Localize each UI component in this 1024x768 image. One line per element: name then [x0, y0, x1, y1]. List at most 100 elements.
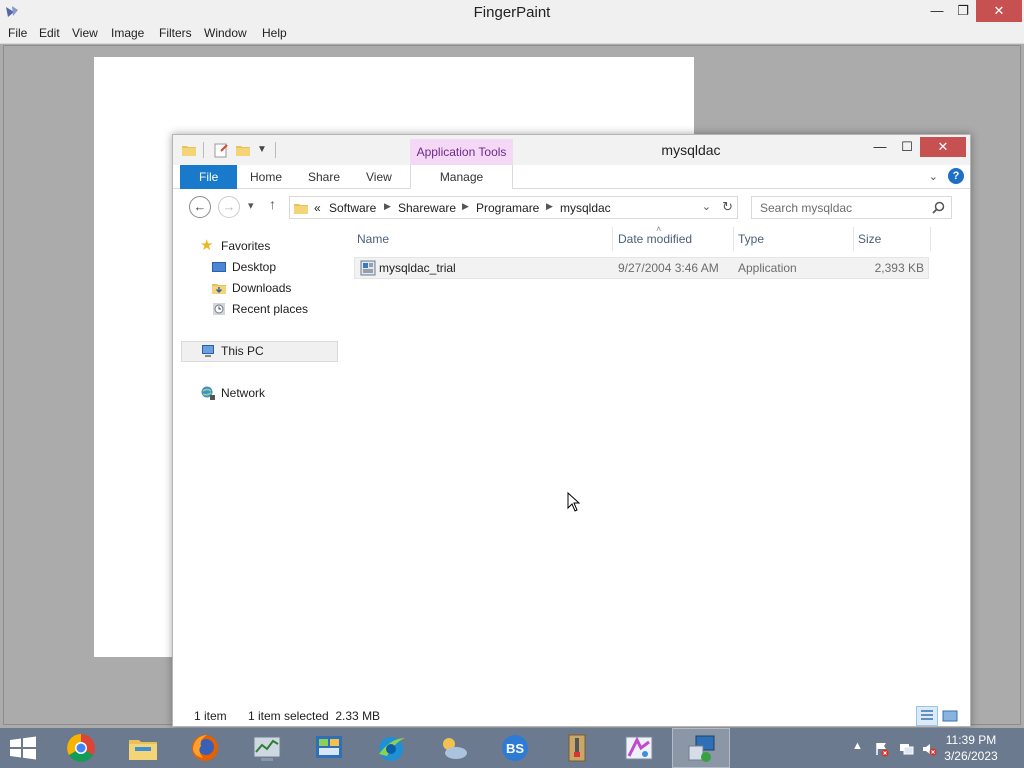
nav-downloads-label: Downloads	[232, 281, 292, 295]
windows-start-icon[interactable]	[8, 736, 38, 760]
nav-favorites-label: Favorites	[221, 239, 271, 253]
breadcrumb-mysqldac[interactable]: mysqldac	[560, 201, 611, 215]
taskbar-firefox[interactable]	[176, 728, 234, 768]
column-name[interactable]: Name	[353, 227, 613, 251]
column-type[interactable]: Type	[734, 227, 854, 251]
tab-manage[interactable]: Manage	[410, 165, 513, 189]
address-bar[interactable]: « Software ▶ Shareware ▶ Programare ▶ my…	[289, 196, 738, 219]
menu-view[interactable]: View	[72, 26, 98, 40]
fingerpaint-titlebar: FingerPaint — ❐ ✕	[0, 0, 1024, 24]
taskbar-file-explorer[interactable]	[114, 728, 172, 768]
menu-help[interactable]: Help	[262, 26, 287, 40]
file-row[interactable]: mysqldac_trial 9/27/2004 3:46 AM Applica…	[354, 257, 929, 279]
taskbar-internet-explorer[interactable]	[362, 728, 420, 768]
file-explorer-window: ▼ Application Tools mysqldac — ☐ ✕ File …	[172, 134, 971, 727]
back-button[interactable]: ←	[189, 196, 211, 218]
details-view-button[interactable]	[916, 706, 938, 726]
new-folder-icon[interactable]	[235, 142, 251, 158]
qat-separator	[203, 142, 204, 158]
nav-this-pc-label: This PC	[221, 344, 264, 358]
large-icons-view-button[interactable]	[939, 706, 961, 726]
task-manager-icon	[253, 736, 281, 761]
restore-button[interactable]: ❐	[948, 0, 978, 22]
taskbar-paint[interactable]	[610, 728, 668, 768]
network-status-icon[interactable]	[898, 741, 914, 757]
file-size: 2,393 KB	[874, 261, 924, 275]
menu-image[interactable]: Image	[111, 26, 144, 40]
menu-edit[interactable]: Edit	[39, 26, 60, 40]
nav-downloads[interactable]: Downloads	[211, 278, 331, 298]
taskbar-bluestacks[interactable]: BS	[486, 728, 544, 768]
nav-desktop[interactable]: Desktop	[211, 257, 331, 277]
control-panel-icon	[316, 736, 342, 758]
tab-share[interactable]: Share	[298, 165, 350, 189]
weather-icon	[443, 738, 467, 759]
system-clock[interactable]: 11:39 PM 3/26/2023	[936, 732, 1006, 764]
explorer-close-button[interactable]: ✕	[920, 137, 966, 157]
chevron-right-icon[interactable]: ▶	[546, 201, 553, 212]
status-bar: 1 item 1 item selected 2.33 MB	[173, 705, 970, 727]
item-count: 1 item	[194, 709, 227, 723]
navigation-pane: ★ Favorites Desktop Downloads Recent pla…	[173, 225, 353, 695]
window-title: FingerPaint	[473, 4, 551, 21]
forward-button[interactable]: →	[218, 196, 240, 218]
menu-filters[interactable]: Filters	[159, 26, 192, 40]
application-file-icon	[360, 260, 376, 276]
navigation-bar: ← → ▾ ↑ « Software ▶ Shareware ▶ Program…	[173, 191, 970, 223]
tab-home[interactable]: Home	[240, 165, 292, 189]
help-icon[interactable]: ?	[948, 168, 964, 184]
explorer-title: mysqldac	[661, 142, 721, 158]
refresh-icon[interactable]: ↻	[722, 199, 733, 215]
paint-icon	[625, 736, 653, 760]
taskbar-network-setup[interactable]	[672, 728, 730, 768]
taskbar-archive[interactable]	[548, 728, 606, 768]
explorer-titlebar: ▼ Application Tools mysqldac — ☐ ✕	[173, 135, 970, 165]
nav-desktop-label: Desktop	[232, 260, 277, 274]
nav-favorites[interactable]: ★ Favorites	[200, 236, 320, 256]
action-center-icon[interactable]	[874, 741, 890, 757]
nav-this-pc[interactable]: This PC	[200, 341, 320, 361]
firefox-icon	[192, 735, 218, 761]
file-name: mysqldac_trial	[379, 261, 456, 275]
search-box[interactable]: Search mysqldac	[751, 196, 952, 219]
application-tools-context-tab: Application Tools	[410, 139, 513, 165]
tab-view[interactable]: View	[356, 165, 402, 189]
taskbar-weather[interactable]	[424, 728, 482, 768]
up-button[interactable]: ↑	[269, 196, 276, 212]
address-dropdown-icon[interactable]: ⌄	[702, 200, 711, 213]
taskbar-control-panel[interactable]	[300, 728, 358, 768]
breadcrumb-shareware[interactable]: Shareware	[398, 201, 456, 215]
clock-time: 11:39 PM	[945, 733, 997, 747]
close-button[interactable]: ✕	[976, 0, 1022, 22]
breadcrumb-programare[interactable]: Programare	[476, 201, 539, 215]
svg-text:BS: BS	[506, 741, 524, 756]
tab-file[interactable]: File	[180, 165, 238, 189]
column-size[interactable]: Size	[854, 227, 931, 251]
column-date-modified[interactable]: Date modified	[614, 227, 734, 251]
chevron-right-icon[interactable]: ▶	[384, 201, 391, 212]
expand-ribbon-icon[interactable]: ⌄	[929, 170, 938, 183]
nav-recent-places[interactable]: Recent places	[211, 299, 341, 319]
volume-muted-icon[interactable]	[921, 741, 937, 757]
nav-network[interactable]: Network	[200, 383, 320, 403]
explorer-maximize-button[interactable]: ☐	[894, 137, 920, 157]
address-overflow[interactable]: «	[314, 201, 321, 215]
qat-customize-icon[interactable]: ▼	[257, 144, 273, 160]
search-input[interactable]: Search mysqldac	[760, 201, 852, 215]
menu-bar: File Edit View Image Filters Window Help	[0, 24, 1024, 44]
chevron-right-icon[interactable]: ▶	[462, 201, 469, 212]
show-hidden-icons-icon[interactable]: ▲	[852, 740, 868, 756]
search-icon[interactable]	[932, 201, 945, 214]
taskbar-chrome[interactable]	[52, 728, 110, 768]
breadcrumb-software[interactable]: Software	[329, 201, 376, 215]
menu-file[interactable]: File	[8, 26, 27, 40]
menu-window[interactable]: Window	[204, 26, 247, 40]
properties-icon[interactable]	[213, 142, 229, 158]
taskbar-task-manager[interactable]	[238, 728, 296, 768]
folder-icon	[294, 204, 308, 214]
internet-explorer-icon	[379, 737, 405, 761]
clock-date: 3/26/2023	[944, 749, 998, 763]
explorer-minimize-button[interactable]: —	[867, 137, 893, 157]
network-setup-icon	[688, 735, 715, 762]
recent-locations-icon[interactable]: ▾	[248, 199, 254, 212]
